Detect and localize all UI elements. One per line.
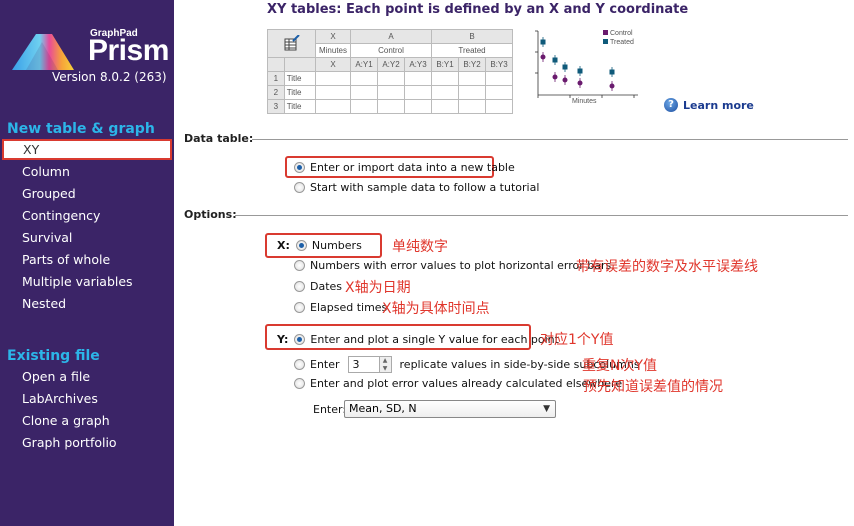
divider bbox=[252, 139, 848, 140]
existing-file-section-title: Existing file bbox=[7, 348, 100, 364]
sidebar-item-contingency[interactable]: Contingency bbox=[22, 208, 100, 223]
subcol: A:Y3 bbox=[404, 57, 432, 72]
version-label: Version 8.0.2 (263) bbox=[52, 70, 167, 84]
sidebar-item-label: XY bbox=[23, 142, 40, 157]
main-panel: XY tables: Each point is defined by an X… bbox=[174, 0, 854, 526]
table-row: 3 Title bbox=[267, 99, 513, 114]
radio-icon bbox=[294, 162, 305, 173]
col-name-a: Control bbox=[350, 43, 432, 58]
y-label: Y: bbox=[277, 333, 289, 346]
prism-logo: GraphPad Prism Version 8.0.2 (263) bbox=[12, 28, 172, 88]
radio-x-numbers[interactable]: X: Numbers bbox=[277, 239, 362, 252]
preview-table: X A B Minutes Control Treated X A:Y1 A:Y… bbox=[267, 29, 513, 114]
sidebar-item-clone-graph[interactable]: Clone a graph bbox=[22, 413, 110, 428]
annotation: 预先知道误差值的情况 bbox=[583, 379, 723, 395]
sidebar: GraphPad Prism Version 8.0.2 (263) New t… bbox=[0, 0, 174, 526]
data-point bbox=[552, 74, 558, 80]
radio-x-dates[interactable]: Dates bbox=[294, 280, 342, 293]
sidebar-item-xy[interactable]: XY bbox=[2, 139, 172, 160]
prism-triangle-icon bbox=[12, 34, 74, 70]
sidebar-item-grouped[interactable]: Grouped bbox=[22, 186, 76, 201]
radio-enter-import[interactable]: Enter or import data into a new table bbox=[294, 161, 515, 174]
subcol: B:Y2 bbox=[458, 57, 486, 72]
legend-control: Control bbox=[610, 30, 633, 37]
radio-icon bbox=[294, 182, 305, 193]
help-icon: ? bbox=[664, 98, 678, 112]
enter-format-select[interactable]: Mean, SD, N ▼ bbox=[344, 400, 556, 418]
radio-y-single[interactable]: Y: Enter and plot a single Y value for e… bbox=[277, 333, 559, 346]
sidebar-item-survival[interactable]: Survival bbox=[22, 230, 72, 245]
data-point bbox=[540, 39, 546, 45]
x-label: X: bbox=[277, 239, 290, 252]
sidebar-item-graph-portfolio[interactable]: Graph portfolio bbox=[22, 435, 117, 450]
sidebar-item-multiple-variables[interactable]: Multiple variables bbox=[22, 274, 133, 289]
data-table-label: Data table: bbox=[184, 132, 254, 145]
enter-label: Enter: bbox=[313, 403, 347, 416]
radio-icon bbox=[294, 260, 305, 271]
radio-icon bbox=[294, 302, 305, 313]
legend-swatch-control bbox=[603, 30, 608, 35]
sidebar-item-open-file[interactable]: Open a file bbox=[22, 369, 90, 384]
annotation: 带有误差的数字及水平误差线 bbox=[576, 259, 758, 275]
table-icon bbox=[284, 33, 300, 50]
col-group-b: B bbox=[431, 29, 513, 44]
radio-y-error-values[interactable]: Enter and plot error values already calc… bbox=[294, 377, 622, 390]
legend-treated: Treated bbox=[610, 39, 634, 46]
subcol: B:Y1 bbox=[431, 57, 459, 72]
data-point bbox=[577, 68, 583, 74]
preview-chart: Control Treated Minutes bbox=[535, 30, 638, 105]
sidebar-item-labarchives[interactable]: LabArchives bbox=[22, 391, 98, 406]
data-point bbox=[562, 77, 568, 83]
subcol: X bbox=[315, 57, 351, 72]
learn-more-label: Learn more bbox=[683, 98, 754, 112]
x-axis-label: Minutes bbox=[572, 98, 597, 105]
radio-x-numbers-error[interactable]: Numbers with error values to plot horizo… bbox=[294, 259, 611, 272]
table-row: 1 Title bbox=[267, 71, 513, 86]
radio-x-elapsed[interactable]: Elapsed times bbox=[294, 301, 387, 314]
data-point bbox=[562, 64, 568, 70]
radio-icon bbox=[295, 240, 307, 251]
sidebar-item-parts-of-whole[interactable]: Parts of whole bbox=[22, 252, 110, 267]
radio-icon bbox=[294, 281, 305, 292]
radio-sample-data[interactable]: Start with sample data to follow a tutor… bbox=[294, 181, 539, 194]
col-group-a: A bbox=[350, 29, 432, 44]
annotation: X轴为日期 bbox=[345, 280, 411, 296]
radio-icon bbox=[294, 378, 305, 389]
brand-large: Prism bbox=[88, 34, 169, 67]
radio-icon bbox=[294, 359, 305, 370]
stepper-down-icon[interactable]: ▼ bbox=[380, 365, 391, 373]
subcol: A:Y2 bbox=[377, 57, 405, 72]
annotation: 单纯数字 bbox=[392, 239, 448, 255]
new-table-section-title: New table & graph bbox=[7, 121, 155, 137]
col-name-b: Treated bbox=[431, 43, 513, 58]
subcol: A:Y1 bbox=[350, 57, 378, 72]
chevron-down-icon: ▼ bbox=[543, 404, 550, 414]
sidebar-item-nested[interactable]: Nested bbox=[22, 296, 66, 311]
options-label: Options: bbox=[184, 208, 237, 221]
col-name-x: Minutes bbox=[315, 43, 351, 58]
data-point bbox=[609, 69, 615, 75]
annotation: X轴为具体时间点 bbox=[382, 301, 490, 317]
legend-swatch-treated bbox=[603, 39, 608, 44]
data-point bbox=[540, 54, 546, 60]
annotation: 对应1个Y值 bbox=[540, 332, 614, 348]
learn-more-link[interactable]: ? Learn more bbox=[664, 98, 754, 112]
annotation: 重复N次Y值 bbox=[582, 358, 658, 374]
page-title: XY tables: Each point is defined by an X… bbox=[267, 2, 689, 17]
col-group-x: X bbox=[315, 29, 351, 44]
data-point bbox=[552, 57, 558, 63]
sidebar-item-column[interactable]: Column bbox=[22, 164, 70, 179]
subcol: B:Y3 bbox=[485, 57, 513, 72]
table-row: 2 Title bbox=[267, 85, 513, 100]
radio-icon bbox=[294, 334, 306, 345]
data-point bbox=[609, 83, 615, 89]
stepper-up-icon[interactable]: ▲ bbox=[380, 357, 391, 365]
divider bbox=[235, 215, 848, 216]
data-point bbox=[577, 80, 583, 86]
replicate-stepper[interactable]: 3 ▲ ▼ bbox=[347, 356, 392, 373]
table-icon-cell bbox=[267, 29, 316, 58]
